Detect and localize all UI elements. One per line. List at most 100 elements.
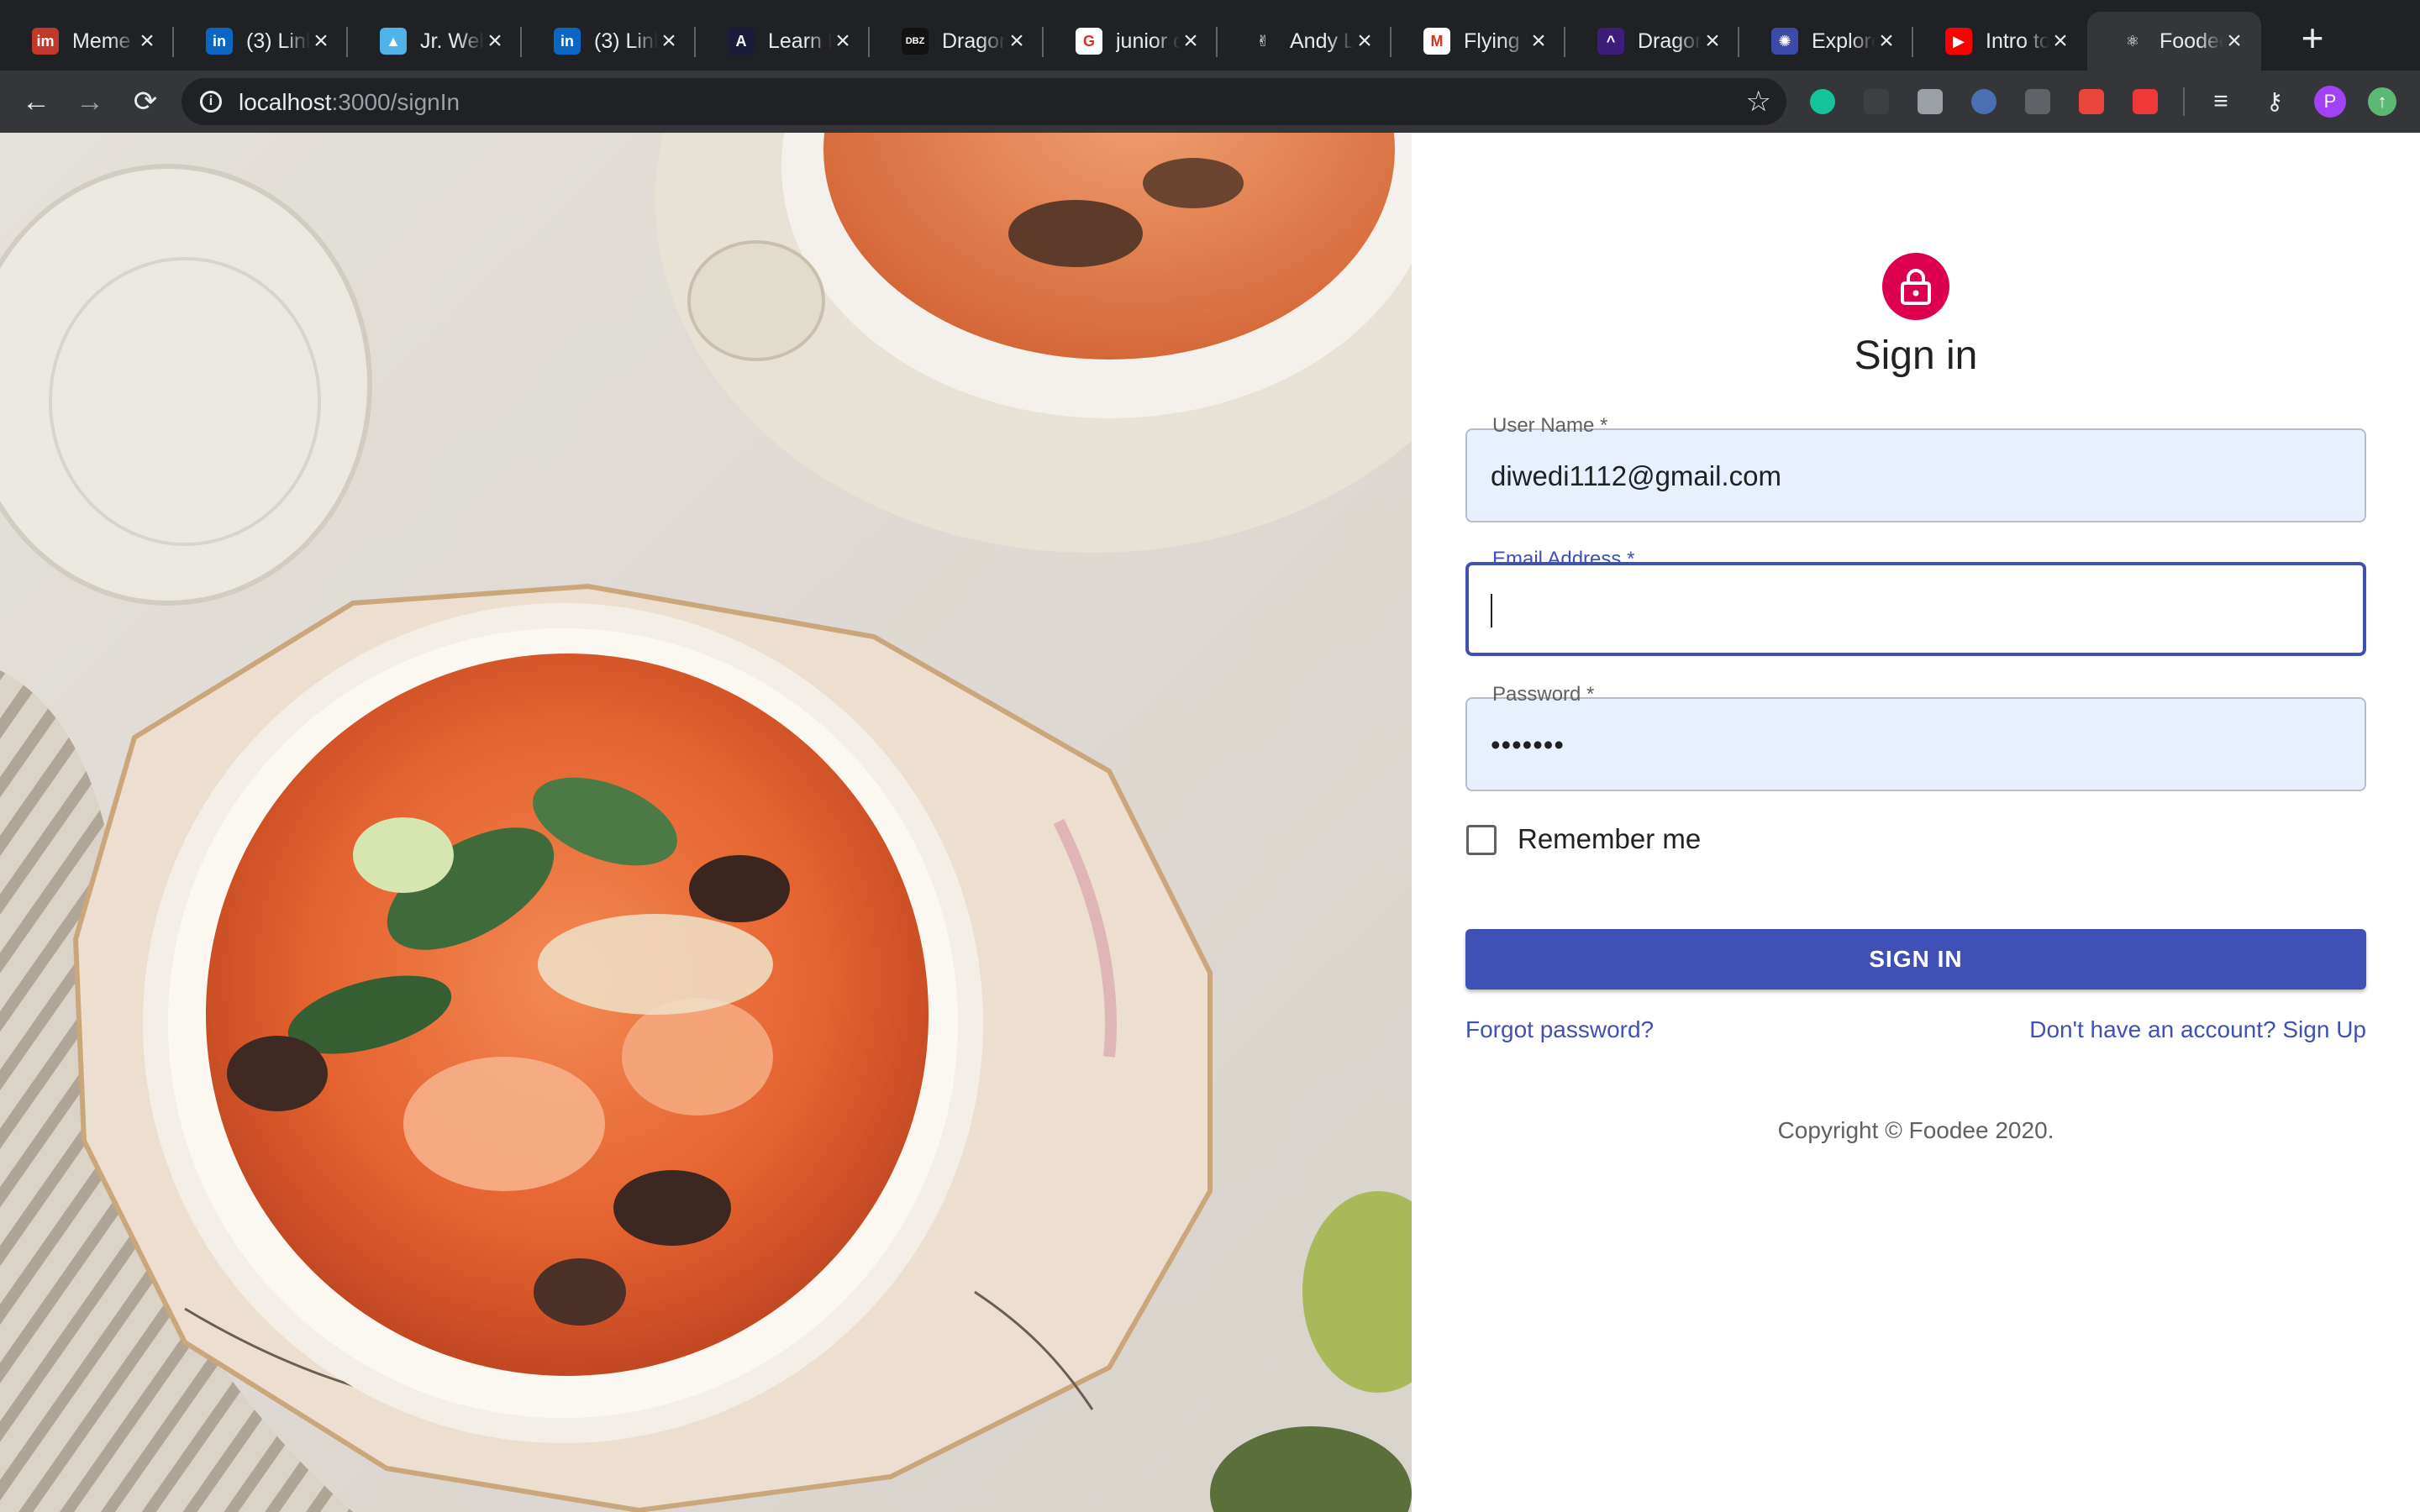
browser-tab[interactable]: Gjunior developer× [1044,12,1218,71]
password-label: Password * [1484,683,1603,706]
browser-tab[interactable]: in (3) LinkedIn× [522,12,696,71]
tab-title: Learn React [768,29,832,53]
browser-tab[interactable]: ⚛ Foodee× [2087,12,2261,71]
dragon-icon: ^ [1597,28,1624,55]
page-title: Sign in [1854,333,1978,378]
back-icon[interactable]: ← [17,82,55,121]
tab-title: Flying with [1464,29,1528,53]
browser-tab[interactable]: ✺ Explore× [1739,12,1913,71]
username-value: diwedi1112@gmail.com [1491,460,1781,491]
update-icon[interactable]: ↑ [2368,87,2396,116]
close-tab-icon[interactable]: × [1701,29,1724,54]
password-value: ••••••• [1491,729,1565,760]
page-content: Sign in User Name * diwedi1112@gmail.com… [0,133,2420,1512]
reload-icon[interactable]: ⟳ [126,82,165,121]
browser-tab[interactable]: DBZ Dragon Ball Z× [870,12,1044,71]
close-tab-icon[interactable]: × [1179,29,1202,54]
gmail-icon: M [1423,28,1450,55]
hero-food-image [0,133,1412,1512]
close-tab-icon[interactable]: × [1005,29,1028,54]
text-caret [1491,594,1492,627]
close-tab-icon[interactable]: × [309,29,333,54]
tab-title: Foodee [2160,29,2223,53]
toolbar-divider [2183,87,2185,116]
browser-tab[interactable]: ^ Dragon Ball× [1565,12,1739,71]
forward-icon[interactable]: → [71,82,109,121]
imgflip-icon: im [32,28,59,55]
triangle-icon: ▲ [380,28,407,55]
close-tab-icon[interactable]: × [1353,29,1376,54]
pocket-extension-icon[interactable] [2133,89,2158,114]
lock-avatar [1882,253,1949,320]
username-label: User Name * [1484,414,1617,438]
linkedin-icon: in [554,28,581,55]
browser-tab[interactable]: A Learn React× [696,12,870,71]
tab-title: Dragon Ball Z [942,29,1006,53]
react-icon: ⚛ [2119,28,2146,55]
close-tab-icon[interactable]: × [2049,29,2072,54]
tab-title: Dragon Ball [1638,29,1702,53]
url-host: localhost [239,89,332,115]
tab-title: Jr. Web Developer [420,29,484,53]
remember-me-checkbox[interactable] [1466,825,1497,855]
bookmark-star-icon[interactable]: ☆ [1746,85,1771,118]
username-label-text: User Name * [1492,414,1608,437]
grammarly-extension-icon[interactable] [1810,89,1835,114]
close-tab-icon[interactable]: × [657,29,681,54]
password-key-icon[interactable]: ⚷ [2255,82,2294,121]
address-bar[interactable]: i localhost:3000/signIn ☆ [182,78,1786,125]
close-tab-icon[interactable]: × [1527,29,1550,54]
lock-icon [1901,269,1931,305]
explore-icon: ✺ [1771,28,1798,55]
close-tab-icon[interactable]: × [1875,29,1898,54]
close-tab-icon[interactable]: × [483,29,507,54]
remember-me-label[interactable]: Remember me [1518,823,1701,855]
browser-tab[interactable]: ▶ Intro to × [1913,12,2087,71]
tab-title: (3) LinkedIn [246,29,310,53]
glasses-extension-icon[interactable] [1971,89,1996,114]
sign-up-link[interactable]: Don't have an account? Sign Up [2029,1016,2366,1043]
tab-title: Explore [1812,29,1876,53]
new-tab-button[interactable]: + [2296,18,2329,57]
browser-tab[interactable]: M Flying with× [1392,12,1565,71]
google-icon: G [1076,28,1102,55]
email-field[interactable]: Email Address * [1465,548,2366,656]
close-tab-icon[interactable]: × [831,29,855,54]
username-field[interactable]: User Name * diwedi1112@gmail.com [1465,414,2366,522]
url-text: localhost:3000/signIn [239,89,460,116]
browser-tab[interactable]: im Meme Generator× [0,12,174,71]
profile-avatar[interactable]: P [2314,86,2346,118]
browser-tab[interactable]: ✌ Andy Lee× [1218,12,1392,71]
keyboard-extension-icon[interactable] [1918,89,1943,114]
browser-tab[interactable]: in (3) LinkedIn× [174,12,348,71]
browser-toolbar: ← → ⟳ i localhost:3000/signIn ☆ ≡ ⚷ P ↑ [0,71,2420,133]
browser-tab[interactable]: ▲ Jr. Web Developer× [348,12,522,71]
tab-title: Intro to [1986,29,2049,53]
site-info-icon[interactable]: i [200,91,222,113]
copyright-text: Copyright © Foodee 2020. [1777,1117,2054,1143]
puzzle-extension-icon[interactable] [2079,89,2104,114]
media-control-icon[interactable]: ≡ [2202,82,2240,121]
sign-in-button[interactable]: SIGN IN [1465,929,2366,990]
close-tab-icon[interactable]: × [2223,29,2246,54]
linkedin-icon: in [206,28,233,55]
robot-extension-icon[interactable] [2025,89,2050,114]
scrimba-icon: A [728,28,755,55]
tab-title: Meme Generator [72,29,136,53]
url-path: :3000/signIn [331,89,460,115]
sign-in-panel: Sign in User Name * diwedi1112@gmail.com… [1412,133,2420,1512]
tab-title: (3) LinkedIn [594,29,658,53]
browser-tab-strip: imMeme Generator×in(3) LinkedIn×▲Jr. Web… [0,0,2420,71]
password-label-text: Password * [1492,683,1595,706]
close-tab-icon[interactable]: × [135,29,159,54]
email-label: Email Address * [1484,548,1644,571]
dbz-icon: DBZ [902,28,929,55]
pen-extension-icon[interactable] [1864,89,1889,114]
peace-icon: ✌ [1249,28,1276,55]
forgot-password-link[interactable]: Forgot password? [1465,1016,1654,1043]
email-label-text: Email Address * [1492,548,1635,570]
password-field[interactable]: Password * ••••••• [1465,683,2366,791]
tab-title: junior developer [1116,29,1180,53]
youtube-icon: ▶ [1945,28,1972,55]
tab-title: Andy Lee [1290,29,1354,53]
